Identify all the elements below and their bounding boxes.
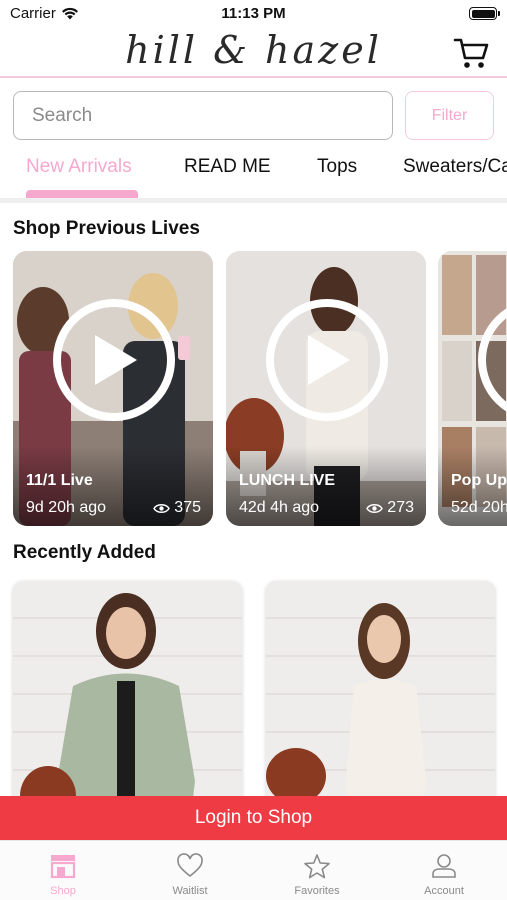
live-title: Pop Up xyxy=(451,472,507,489)
tab-read-me[interactable]: READ ME xyxy=(184,156,271,178)
cart-icon[interactable] xyxy=(453,36,489,70)
nav-shop[interactable]: Shop xyxy=(0,841,126,900)
nav-label: Shop xyxy=(50,885,76,897)
star-icon xyxy=(304,854,330,879)
live-time-ago: 9d 20h ago xyxy=(26,499,107,516)
heart-icon xyxy=(177,853,203,878)
view-count-value: 375 xyxy=(174,499,201,516)
brand-logo: hill & hazel xyxy=(125,28,382,72)
active-tab-indicator xyxy=(26,190,138,198)
battery-icon xyxy=(469,7,500,20)
bottom-tab-bar: Shop Waitlist Favorites Account xyxy=(0,840,507,900)
section-title-previous-lives: Shop Previous Lives xyxy=(13,218,200,239)
tabs-divider xyxy=(0,198,507,203)
live-view-count: 273 xyxy=(366,499,414,517)
login-to-shop-button[interactable]: Login to Shop xyxy=(0,796,507,840)
shop-icon xyxy=(50,855,76,879)
account-icon xyxy=(432,854,456,878)
search-input[interactable] xyxy=(13,91,393,140)
nav-account[interactable]: Account xyxy=(381,841,507,900)
live-card[interactable]: LUNCH LIVE 42d 4h ago 273 xyxy=(226,251,426,526)
nav-favorites[interactable]: Favorites xyxy=(254,841,380,900)
view-count-value: 273 xyxy=(387,499,414,516)
clock: 11:13 PM xyxy=(221,5,286,22)
live-title: 11/1 Live xyxy=(26,472,93,489)
nav-label: Waitlist xyxy=(172,885,208,897)
previous-lives-carousel: 11/1 Live 9d 20h ago 375 LUNCH LIVE 42d … xyxy=(0,251,507,526)
eye-icon xyxy=(153,503,171,513)
live-time-ago: 42d 4h ago xyxy=(239,499,320,516)
live-card[interactable]: Pop Up 52d 20h xyxy=(438,251,507,526)
nav-label: Account xyxy=(424,885,464,897)
nav-label: Favorites xyxy=(294,885,340,897)
app-header: hill & hazel xyxy=(0,28,507,78)
live-time-ago: 52d 20h xyxy=(451,499,507,516)
tab-sweaters[interactable]: Sweaters/Ca xyxy=(403,156,507,178)
live-title: LUNCH LIVE xyxy=(239,472,335,489)
tab-tops[interactable]: Tops xyxy=(317,156,357,178)
live-card[interactable]: 11/1 Live 9d 20h ago 375 xyxy=(13,251,213,526)
eye-icon xyxy=(366,503,384,513)
section-title-recently-added: Recently Added xyxy=(13,542,156,563)
category-tabs: New Arrivals READ ME Tops Sweaters/Ca xyxy=(0,148,507,200)
play-icon xyxy=(95,335,137,385)
filter-button[interactable]: Filter xyxy=(405,91,494,140)
tab-new-arrivals[interactable]: New Arrivals xyxy=(26,156,132,178)
live-view-count: 375 xyxy=(153,499,201,517)
play-icon xyxy=(308,335,350,385)
status-bar: Carrier 11:13 PM xyxy=(0,0,507,28)
nav-waitlist[interactable]: Waitlist xyxy=(127,841,253,900)
